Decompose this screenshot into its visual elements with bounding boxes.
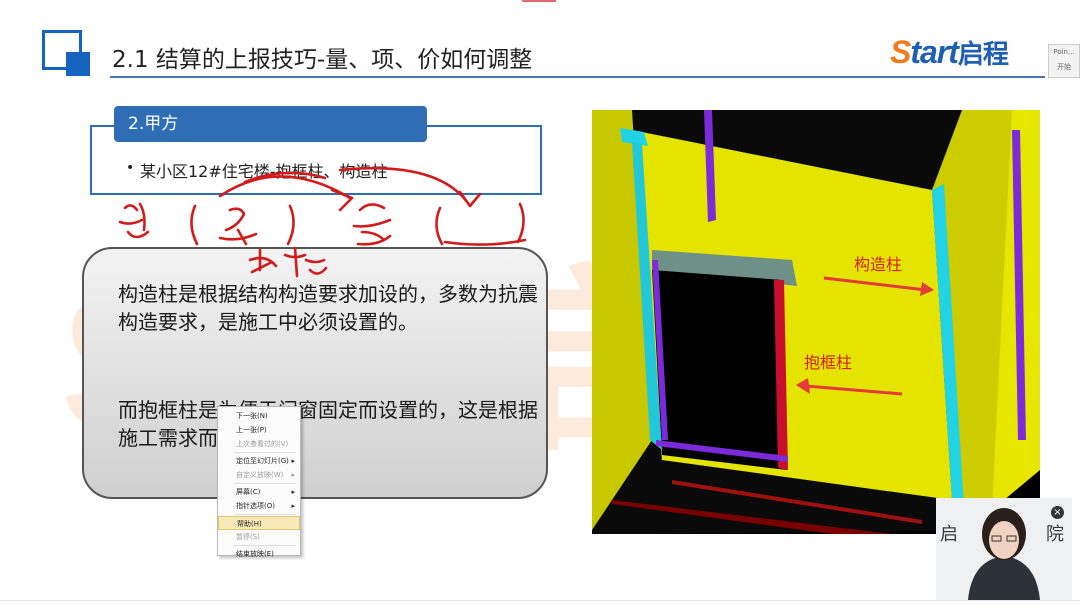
context-menu-item-label: 指针选项(O) (236, 502, 275, 510)
label-baokuangzhu: 抱框柱 (804, 353, 852, 372)
menu-separator (234, 545, 296, 546)
context-menu-item-label: 结束放映(E) (236, 550, 274, 558)
side-panel-label: Poin... (1053, 48, 1075, 56)
menu-separator (234, 483, 296, 484)
title-divider (110, 76, 1045, 78)
submenu-arrow-icon: ▸ (291, 471, 295, 479)
explanation-paragraph-2: 而抱框柱是为便于门窗固定而设置的，这是根据施工需求而定的。 (118, 398, 538, 450)
context-menu-item[interactable]: 下一张(N) (218, 409, 300, 423)
title-decoration-fill (66, 52, 90, 76)
context-menu-item: 暂停(S) (218, 530, 300, 544)
slide-title: 2.1 结算的上报技巧-量、项、价如何调整 (112, 47, 533, 73)
label-gouzaozhu: 构造柱 (854, 255, 902, 274)
party-header: 2.甲方 (114, 106, 427, 142)
submenu-arrow-icon: ▸ (291, 502, 295, 510)
slideshow-context-menu[interactable]: 下一张(N) 上一张(P) 上次查看过的(V) 定位至幻灯片(G) ▸ 自定义放映(W) ▸… (217, 406, 301, 558)
context-menu-item[interactable]: 上一张(P) (218, 423, 300, 437)
context-menu-item: 自定义放映(W) ▸ (218, 468, 300, 482)
brand-logo: Start启程 (890, 34, 1009, 70)
context-menu-item-label: 自定义放映(W) (236, 471, 284, 479)
presenter-side-panel[interactable]: Poin... 开始 (1048, 44, 1080, 78)
submenu-arrow-icon: ▸ (291, 488, 295, 496)
top-edge-mark (522, 0, 556, 2)
close-video-icon[interactable]: × (1051, 506, 1064, 519)
context-menu-item-label: 定位至幻灯片(G) (236, 457, 289, 465)
context-menu-item: 上次查看过的(V) (218, 437, 300, 451)
context-menu-item[interactable]: 屏幕(C) ▸ (218, 485, 300, 499)
bottom-divider (0, 600, 1080, 601)
context-menu-item-label: 帮助(H) (237, 520, 262, 528)
context-menu-item-label: 上次查看过的(V) (236, 440, 289, 448)
3d-model-render: 构造柱 抱框柱 (592, 110, 1040, 534)
context-menu-item-label: 屏幕(C) (236, 488, 261, 496)
video-banner-left: 启 (940, 524, 958, 545)
context-menu-item-label: 上一张(P) (236, 426, 267, 434)
context-menu-item[interactable]: 定位至幻灯片(G) ▸ (218, 454, 300, 468)
context-menu-item-label: 下一张(N) (236, 412, 268, 420)
start-button[interactable]: 开始 (1049, 60, 1079, 75)
video-banner-right: 院 (1046, 524, 1064, 545)
handwritten-annotations (118, 166, 527, 278)
menu-separator (234, 452, 296, 453)
submenu-arrow-icon: ▸ (291, 457, 295, 465)
context-menu-item[interactable]: 指针选项(O) ▸ (218, 499, 300, 513)
context-menu-item[interactable]: 结束放映(E) (218, 547, 300, 561)
menu-separator (234, 514, 296, 515)
context-menu-item[interactable]: 帮助(H) (218, 516, 300, 530)
context-menu-item-label: 暂停(S) (236, 533, 260, 541)
